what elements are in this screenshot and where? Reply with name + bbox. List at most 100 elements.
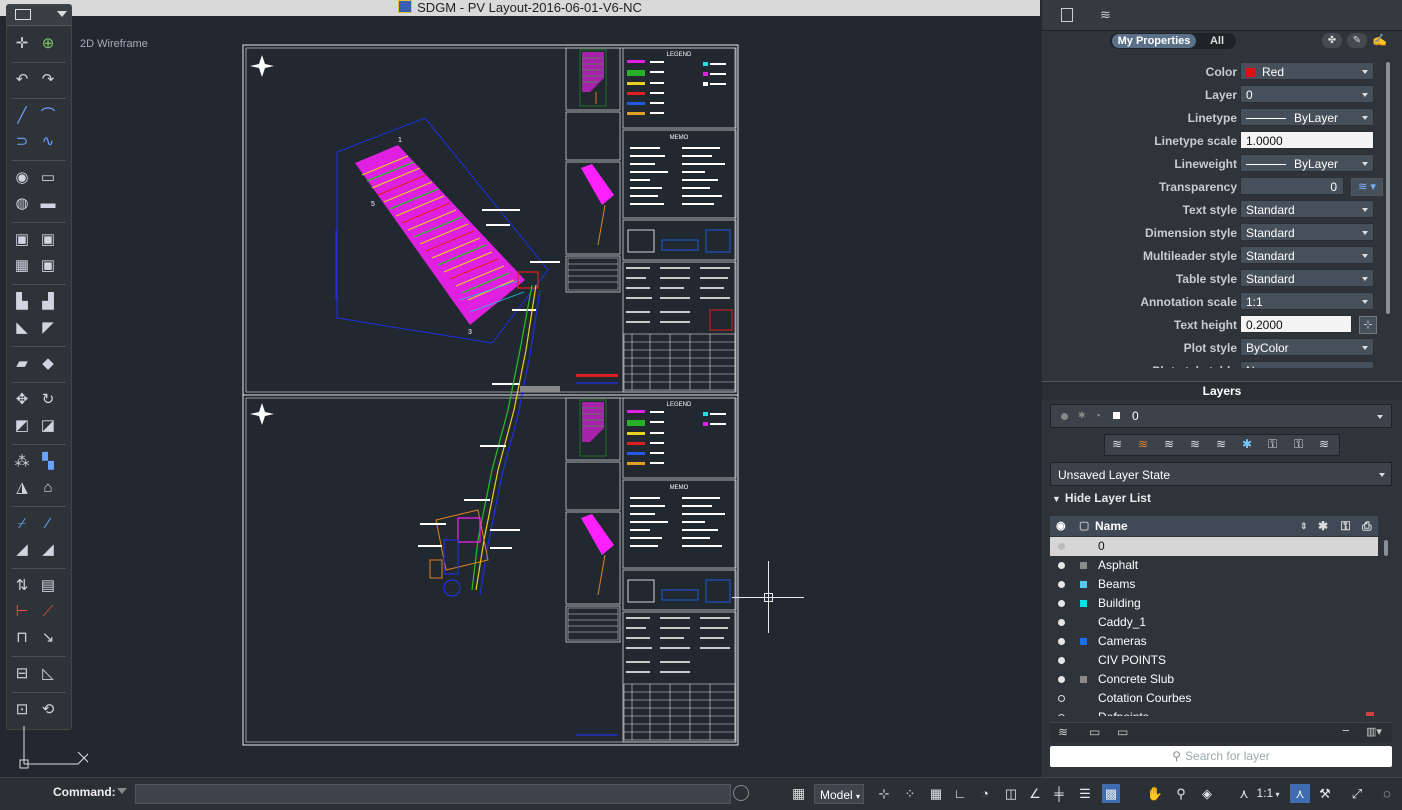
- layer-color-swatch[interactable]: [1080, 581, 1087, 588]
- command-history-icon[interactable]: [117, 788, 127, 794]
- layer-unisolate-icon[interactable]: ≋: [1138, 437, 1148, 451]
- copy-icon[interactable]: ⁂: [13, 454, 31, 470]
- auto-scale-icon[interactable]: ⋏: [1290, 784, 1310, 803]
- object-snap-icon[interactable]: ◫: [1002, 784, 1020, 803]
- new-filter-icon[interactable]: ▭: [1117, 725, 1128, 739]
- model-space-dropdown[interactable]: Model ▾: [814, 784, 864, 804]
- rectangle-icon[interactable]: ▭: [39, 170, 57, 186]
- layer-lock-icon[interactable]: ⚿: [1268, 437, 1277, 452]
- layer-row[interactable]: Asphalt: [1050, 556, 1378, 575]
- property-value-field[interactable]: 0 ≋ ▾: [1240, 177, 1383, 196]
- zoom-previous-icon[interactable]: ⟲: [39, 702, 57, 718]
- polyline-icon[interactable]: ⊃: [13, 134, 31, 150]
- property-value-field[interactable]: ByLayer: [1240, 154, 1374, 172]
- field-icon[interactable]: ▟: [39, 294, 57, 310]
- pick-add-icon[interactable]: ✎: [1347, 33, 1367, 48]
- quick-select-icon[interactable]: ✤: [1322, 33, 1342, 48]
- mirror-icon[interactable]: ◮: [13, 480, 31, 496]
- layer-isolate-icon[interactable]: ≋: [1112, 437, 1122, 451]
- line-icon[interactable]: ╱: [13, 108, 31, 124]
- pan-icon[interactable]: ✋: [1146, 784, 1164, 803]
- area-icon[interactable]: ◺: [39, 666, 57, 682]
- arc-icon[interactable]: ⌒: [39, 108, 57, 124]
- layer-visibility-icon[interactable]: [1058, 619, 1065, 626]
- rotate-icon[interactable]: ↻: [39, 392, 57, 408]
- layer-settings-icon[interactable]: ▥▾: [1366, 725, 1382, 738]
- extend-icon[interactable]: ⁄: [39, 516, 57, 532]
- gradient-icon[interactable]: ◣: [13, 320, 31, 336]
- current-layer-dropdown[interactable]: ✱ ▪ 0: [1050, 404, 1392, 428]
- trim-icon[interactable]: ⌿: [13, 516, 31, 532]
- layer-visibility-icon[interactable]: [1058, 695, 1065, 702]
- polar-tracking-icon[interactable]: ◔: [976, 784, 994, 803]
- lock-column-icon[interactable]: ⚿: [1341, 516, 1350, 536]
- property-value-field[interactable]: 0: [1240, 85, 1374, 103]
- hide-layer-list-toggle[interactable]: ▼ Hide Layer List: [1052, 491, 1151, 505]
- layer-visibility-icon[interactable]: [1058, 600, 1065, 607]
- layer-unlock-icon[interactable]: ⚿: [1294, 437, 1303, 452]
- layer-visibility-icon[interactable]: [1058, 581, 1065, 588]
- layer-color-swatch[interactable]: [1080, 676, 1087, 683]
- layers-tab-icon[interactable]: ≋: [1100, 7, 1111, 23]
- annotation-visibility-icon[interactable]: ⋏: [1236, 784, 1252, 803]
- customize-icon[interactable]: ◌: [1378, 784, 1396, 803]
- isodraft-icon[interactable]: ∠: [1026, 784, 1044, 803]
- property-value-field[interactable]: ByColor: [1240, 338, 1374, 356]
- drawing-sheets[interactable]: LEGEND MEMO LEGEND MEMO 1 5 3: [0, 0, 1040, 777]
- property-value-field[interactable]: Standard: [1240, 223, 1374, 241]
- insert-block-icon[interactable]: ▣: [39, 232, 57, 248]
- layer-row[interactable]: 0: [1050, 537, 1378, 556]
- scale-icon[interactable]: ◩: [13, 418, 31, 434]
- layer-freeze-all-icon[interactable]: ≋: [1216, 437, 1226, 451]
- dimension-baseline-icon[interactable]: ⊓: [13, 630, 31, 646]
- command-input[interactable]: [135, 784, 731, 804]
- freeze-column-icon[interactable]: ✱: [1318, 516, 1328, 536]
- properties-tab-icon[interactable]: [1061, 8, 1073, 22]
- tab-all[interactable]: All: [1202, 34, 1232, 48]
- lineweight-icon[interactable]: ☰: [1076, 784, 1094, 803]
- visibility-eye-icon[interactable]: ◉: [1056, 516, 1066, 536]
- fullscreen-icon[interactable]: ⤢: [1348, 784, 1366, 803]
- zoom-window-icon[interactable]: ⊡: [13, 702, 31, 718]
- layer-merge-icon[interactable]: ≋: [1319, 437, 1329, 451]
- no-plot-icon[interactable]: [1366, 712, 1374, 716]
- dimension-linear-icon[interactable]: ⊢: [13, 604, 31, 620]
- property-value-field[interactable]: Standard: [1240, 246, 1374, 264]
- array-icon[interactable]: ▚: [39, 454, 57, 470]
- layer-search-input[interactable]: ⚲ Search for layer: [1050, 746, 1392, 767]
- property-value-field[interactable]: ByLayer: [1240, 108, 1374, 126]
- property-value-field[interactable]: None: [1240, 361, 1374, 368]
- circle-icon[interactable]: ◉: [13, 170, 31, 186]
- tool-palette-header[interactable]: [7, 5, 71, 26]
- layer-off-icon[interactable]: ≋: [1164, 437, 1174, 451]
- layer-color-swatch[interactable]: [1080, 562, 1087, 569]
- layer-visibility-icon[interactable]: [1058, 638, 1065, 645]
- command-scroll-icon[interactable]: [733, 785, 749, 801]
- ellipse-icon[interactable]: ◍: [13, 196, 31, 212]
- grid-display-icon[interactable]: ▦: [928, 784, 944, 803]
- region-icon[interactable]: ▣: [39, 258, 57, 274]
- property-value-field[interactable]: Standard: [1240, 269, 1374, 287]
- layer-color-swatch[interactable]: [1080, 600, 1087, 607]
- layer-visibility-icon[interactable]: [1058, 676, 1065, 683]
- new-layer-icon[interactable]: ≋: [1058, 725, 1068, 739]
- leader-icon[interactable]: ↘: [39, 630, 57, 646]
- explode-icon[interactable]: ⇅: [13, 578, 31, 594]
- layer-state-dropdown[interactable]: Unsaved Layer State: [1050, 462, 1392, 486]
- column-name-header[interactable]: Name: [1095, 516, 1128, 536]
- property-value-field[interactable]: 0.2000 ⊹: [1240, 315, 1377, 334]
- layer-row[interactable]: CIV POINTS: [1050, 651, 1378, 670]
- undo-icon[interactable]: ↶: [13, 72, 31, 88]
- layout-grid-icon[interactable]: ▦: [792, 785, 805, 802]
- layer-visibility-icon[interactable]: [1058, 657, 1065, 664]
- text-icon[interactable]: ▤: [39, 578, 57, 594]
- properties-scrollbar[interactable]: [1386, 62, 1390, 314]
- globe-icon[interactable]: ⊕: [39, 36, 57, 52]
- table-icon[interactable]: ▙: [13, 294, 31, 310]
- dynamic-input-icon[interactable]: ╪: [1050, 784, 1068, 803]
- redo-icon[interactable]: ↷: [39, 72, 57, 88]
- layer-list-scrollbar[interactable]: [1384, 540, 1388, 556]
- infer-constraints-icon[interactable]: ⊹: [876, 784, 892, 803]
- eraser-icon[interactable]: ◆: [39, 356, 57, 372]
- property-value-field[interactable]: Red: [1240, 62, 1374, 80]
